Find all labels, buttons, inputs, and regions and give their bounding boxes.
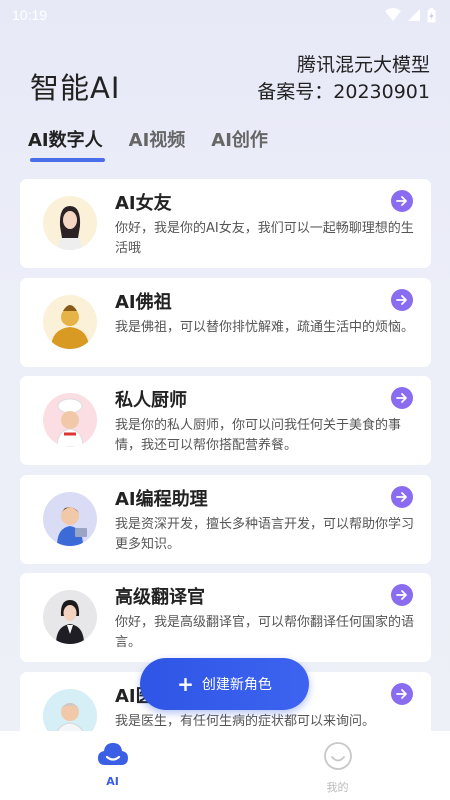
girlfriend-avatar	[43, 196, 97, 250]
nav-label-mine: 我的	[326, 781, 349, 794]
arrow-right-icon[interactable]	[391, 387, 413, 409]
create-role-label: 创建新角色	[201, 677, 272, 693]
tab-ai-creation[interactable]: AI创作	[211, 115, 268, 152]
role-description: 我是你的私人厨师，你可以问我任何关于美食的事情，我还可以帮你搭配营养餐。	[115, 418, 402, 453]
arrow-right-icon[interactable]	[391, 584, 413, 606]
buddha-avatar	[43, 294, 97, 349]
app-title: 智能AI	[30, 71, 121, 105]
role-description: 我是医生，有任何生病的症状都可以来询问。	[115, 713, 376, 729]
arrow-right-icon[interactable]	[391, 288, 413, 311]
role-description: 我是资深开发，擅长多种语言开发，可以帮助你学习更多知识。	[115, 516, 415, 552]
status-icons	[385, 7, 436, 23]
arrow-right-icon[interactable]	[391, 485, 413, 508]
role-description: 你好，我是高级翻译官，可以帮你翻译任何国家的语言。	[115, 615, 415, 650]
chef-avatar	[43, 393, 97, 447]
battery-icon	[427, 7, 436, 22]
role-title: 私人厨师	[115, 390, 187, 411]
role-title: 高级翻译官	[115, 587, 205, 608]
role-card-girlfriend[interactable]: AI女友 你好，我是你的AI女友，我们可以一起畅聊理想的生活哦	[20, 179, 431, 268]
tab-ai-video[interactable]: AI视频	[129, 115, 186, 152]
record-info: 腾讯混元大模型 备案号：20230901	[257, 52, 430, 106]
nav-label-ai: AI	[106, 775, 119, 788]
tab-bar: AI数字人 AI视频 AI创作	[0, 115, 450, 165]
tab-ai-digital-human[interactable]: AI数字人	[28, 115, 105, 162]
model-name: 腾讯混元大模型	[296, 54, 430, 76]
arrow-right-icon[interactable]	[391, 190, 413, 212]
role-title: AI编程助理	[115, 488, 208, 510]
smiley-icon	[323, 742, 352, 770]
header: 智能AI 腾讯混元大模型 备案号：20230901	[0, 30, 450, 115]
status-time: 10:19	[12, 7, 48, 23]
role-title: AI女友	[115, 193, 172, 214]
role-title: AI佛祖	[115, 291, 172, 313]
role-card-chef[interactable]: 私人厨师 我是你的私人厨师，你可以问我任何关于美食的事情，我还可以帮你搭配营养餐…	[20, 376, 431, 465]
translator-avatar	[43, 590, 97, 644]
doctor-avatar	[43, 688, 97, 732]
arrow-right-icon[interactable]	[391, 682, 413, 705]
record-number: 备案号：20230901	[257, 81, 430, 103]
signal-icon	[408, 9, 420, 21]
programmer-avatar	[43, 491, 97, 546]
ai-cloud-icon	[97, 743, 128, 765]
create-role-button[interactable]: + 创建新角色	[140, 658, 309, 710]
nav-item-ai[interactable]: AI	[0, 731, 225, 800]
plus-icon: +	[177, 672, 194, 696]
nav-item-mine[interactable]: 我的	[225, 731, 450, 800]
role-description: 我是佛祖，可以替你排忧解难，疏通生活中的烦恼。	[115, 319, 415, 335]
role-card-buddha[interactable]: AI佛祖 我是佛祖，可以替你排忧解难，疏通生活中的烦恼。	[20, 277, 431, 367]
role-list[interactable]: AI女友 你好，我是你的AI女友，我们可以一起畅聊理想的生活哦 AI佛祖 我是佛…	[20, 179, 431, 732]
role-description: 你好，我是你的AI女友，我们可以一起畅聊理想的生活哦	[115, 221, 414, 256]
wifi-icon	[385, 8, 401, 21]
role-card-translator[interactable]: 高级翻译官 你好，我是高级翻译官，可以帮你翻译任何国家的语言。	[20, 573, 431, 662]
status-bar: 10:19	[0, 0, 450, 30]
role-card-programmer[interactable]: AI编程助理 我是资深开发，擅长多种语言开发，可以帮助你学习更多知识。	[20, 474, 431, 564]
bottom-nav: AI 我的	[0, 731, 450, 800]
